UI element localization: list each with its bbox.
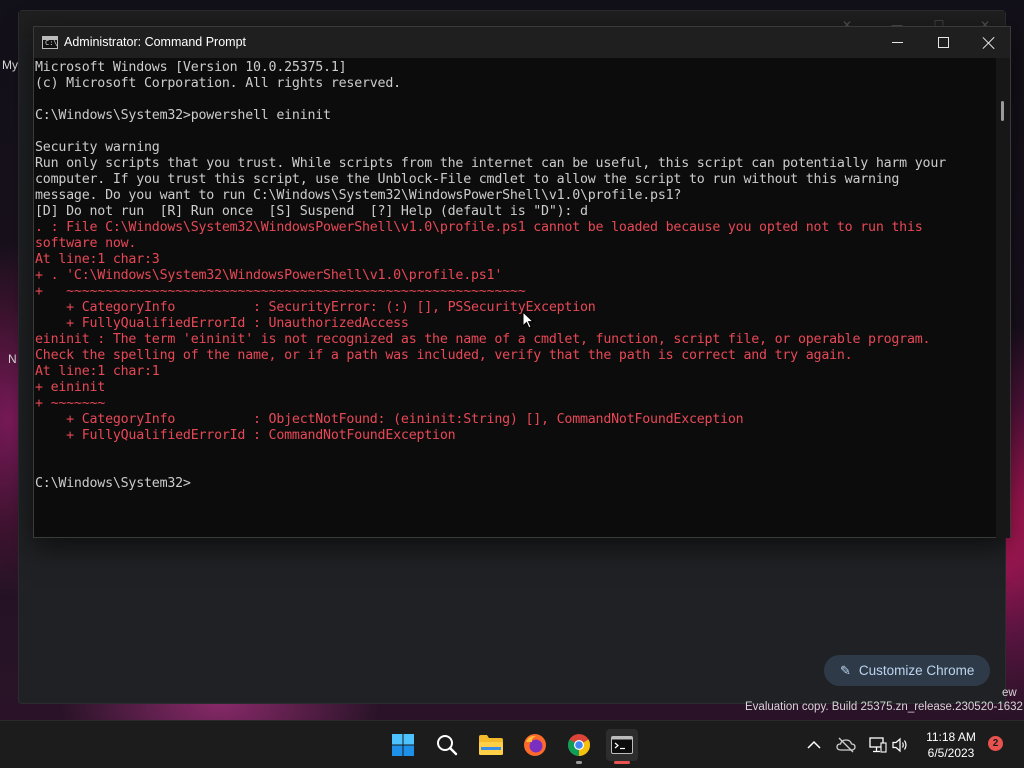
console-line: C:\Windows\System32>powershell eininit	[35, 108, 331, 123]
console-line: (c) Microsoft Corporation. All rights re…	[35, 76, 401, 91]
terminal-icon	[611, 736, 633, 754]
evaluation-watermark: Evaluation copy. Build 25375.zn_release.…	[745, 701, 1023, 713]
console-error-line: At line:1 char:1	[35, 364, 160, 379]
clock-time: 11:18 AM	[926, 730, 976, 744]
console-error-line: + ~~~~~~~~~~~~~~~~~~~~~~~~~~~~~~~~~~~~~~…	[35, 284, 526, 299]
firefox-button[interactable]	[519, 729, 551, 761]
start-button[interactable]	[387, 729, 419, 761]
mouse-pointer-icon	[522, 311, 534, 329]
windows-logo-icon	[392, 734, 414, 756]
customize-chrome-label: Customize Chrome	[858, 663, 975, 678]
speaker-icon	[892, 737, 907, 753]
console-error-line: eininit : The term 'eininit' is not reco…	[35, 332, 931, 347]
console-line: Microsoft Windows [Version 10.0.25375.1]	[35, 60, 347, 75]
chrome-icon	[568, 734, 590, 756]
chevron-up-icon	[807, 740, 821, 749]
maximize-button[interactable]	[920, 27, 966, 58]
console-error-line: . : File C:\Windows\System32\WindowsPowe…	[35, 220, 923, 235]
scrollbar-thumb[interactable]	[1001, 101, 1004, 121]
console-line: Security warning	[35, 140, 160, 155]
console-line: C:\Windows\System32>	[35, 476, 191, 491]
console-line: message. Do you want to run C:\Windows\S…	[35, 188, 682, 203]
taskbar-clock[interactable]: 11:18 AM 6/5/2023	[918, 729, 984, 761]
search-icon	[437, 735, 458, 756]
notification-badge[interactable]: 2	[988, 736, 1003, 751]
console-error-line: + FullyQualifiedErrorId : UnauthorizedAc…	[35, 316, 409, 331]
folder-icon	[479, 735, 503, 755]
window-title: Administrator: Command Prompt	[64, 35, 247, 49]
console-line: computer. If you trust this script, use …	[35, 172, 900, 187]
minimize-button[interactable]	[874, 27, 920, 58]
cloud-offline-icon	[836, 737, 856, 753]
vertical-scrollbar[interactable]	[996, 58, 1010, 538]
clock-date: 6/5/2023	[927, 746, 975, 760]
console-line: [D] Do not run [R] Run once [S] Suspend …	[35, 204, 588, 219]
watermark-partial: ew	[1002, 687, 1017, 699]
cmd-app-icon-text: C:\	[45, 39, 58, 47]
chrome-running-indicator	[576, 761, 582, 764]
close-button[interactable]	[966, 27, 1012, 58]
console-error-line: Check the spelling of the name, or if a …	[35, 348, 853, 363]
console-error-line: + FullyQualifiedErrorId : CommandNotFoun…	[35, 428, 456, 443]
onedrive-tray-button[interactable]	[836, 735, 856, 755]
console-output[interactable]: Microsoft Windows [Version 10.0.25375.1]…	[34, 58, 994, 538]
console-error-line: + ~~~~~~~	[35, 396, 106, 411]
desktop-icon-label: My	[2, 58, 18, 72]
terminal-active-indicator	[614, 761, 630, 764]
console-error-line: At line:1 char:3	[35, 252, 160, 267]
maximize-icon	[937, 37, 949, 48]
show-hidden-icons-button[interactable]	[804, 735, 824, 755]
file-explorer-button[interactable]	[475, 729, 507, 761]
console-error-line: + CategoryInfo : ObjectNotFound: (einini…	[35, 412, 744, 427]
close-icon	[982, 36, 996, 50]
customize-chrome-button[interactable]: ✎ Customize Chrome	[824, 655, 990, 686]
console-error-line: + CategoryInfo : SecurityError: (:) [], …	[35, 300, 596, 315]
desktop-icon-label: N	[8, 352, 17, 366]
cmd-app-icon[interactable]: C:\	[42, 36, 58, 49]
pencil-icon: ✎	[840, 662, 851, 678]
command-prompt-window[interactable]: C:\ Administrator: Command Prompt Micros…	[33, 26, 1011, 538]
search-button[interactable]	[431, 729, 463, 761]
console-error-line: + . 'C:\Windows\System32\WindowsPowerShe…	[35, 268, 503, 283]
network-icon	[869, 737, 887, 753]
cmd-titlebar[interactable]: C:\ Administrator: Command Prompt	[34, 27, 1010, 58]
console-line: Run only scripts that you trust. While s…	[35, 156, 946, 171]
minimize-icon	[891, 42, 903, 43]
terminal-button[interactable]	[606, 729, 638, 761]
taskbar	[0, 720, 1024, 768]
network-tray-button[interactable]	[868, 735, 888, 755]
chrome-button[interactable]	[563, 729, 595, 761]
volume-tray-button[interactable]	[890, 735, 910, 755]
console-error-line: + eininit	[35, 380, 106, 395]
firefox-icon	[524, 734, 546, 756]
console-error-line: software now.	[35, 236, 137, 251]
